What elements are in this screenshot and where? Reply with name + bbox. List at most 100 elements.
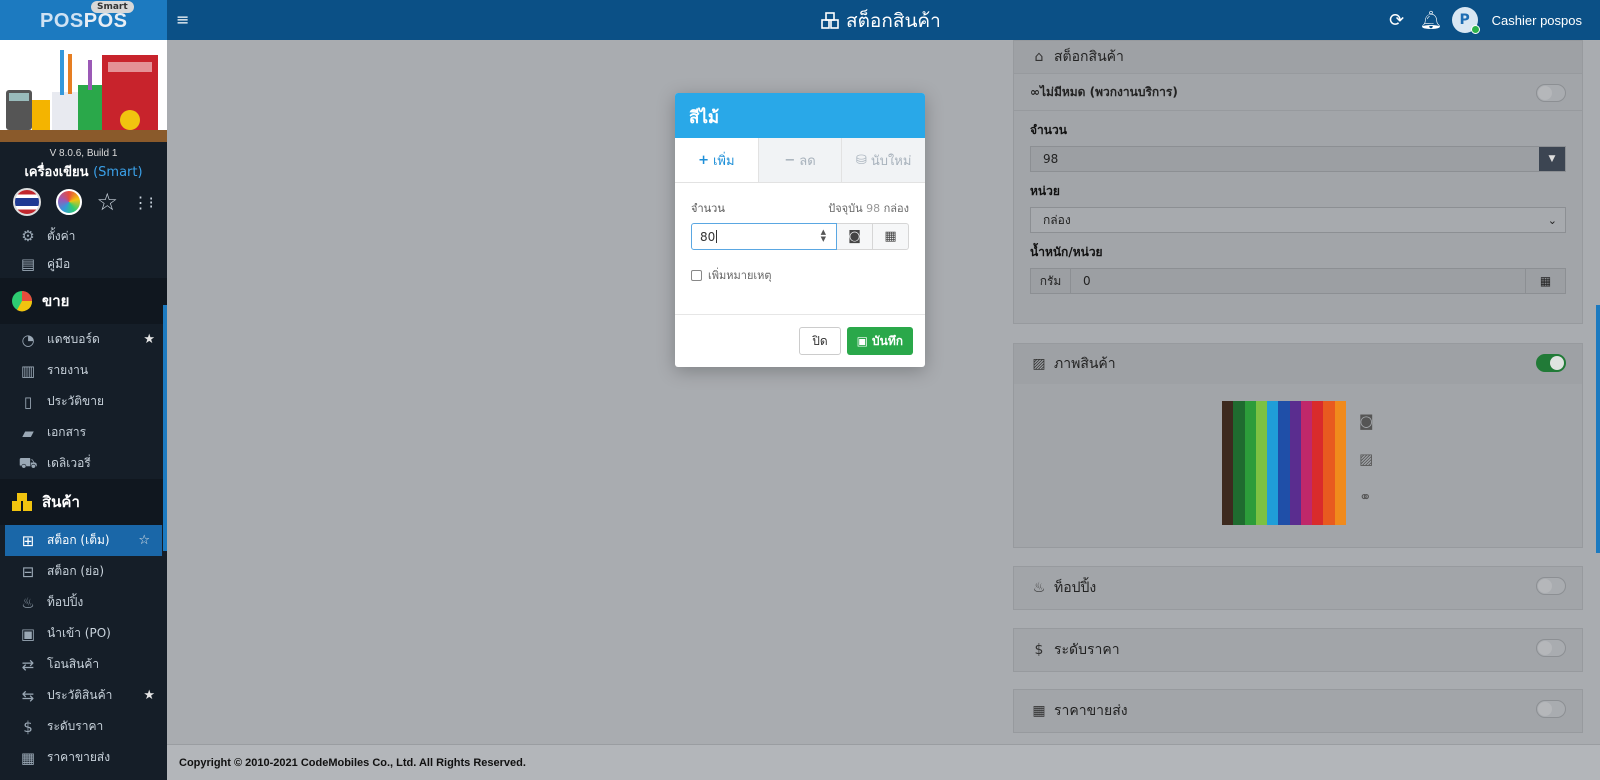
gear-icon: ⚙ xyxy=(21,227,35,245)
calculator-icon[interactable]: ▦ xyxy=(1525,269,1565,293)
modal-title: สีไม้ xyxy=(675,93,925,138)
history-icon: ⇆ xyxy=(21,686,35,705)
tab-recount[interactable]: ⛁ นับใหม่ xyxy=(841,138,925,182)
avatar[interactable]: P xyxy=(1451,7,1480,34)
receipt-icon: ▯ xyxy=(23,392,33,411)
modal-tabs: + เพิ่ม − ลด ⛁ นับใหม่ xyxy=(675,138,925,183)
sidebar-item-transfer[interactable]: ⇄ โอนสินค้า xyxy=(0,649,167,680)
tree-icon[interactable]: ⋮⁝ xyxy=(133,193,154,212)
price-level-icon: $ xyxy=(23,717,33,736)
sidebar-item-dashboard[interactable]: ◔ แดชบอร์ด ★ xyxy=(0,324,167,355)
sidebar-item-stock-short[interactable]: ⊟ สต็อก (ย่อ) xyxy=(0,556,167,587)
link-icon[interactable]: ⚭ xyxy=(1359,488,1372,506)
warehouse-icon: ⌂ xyxy=(1034,49,1044,65)
sidebar-item-report[interactable]: ▥ รายงาน xyxy=(0,355,167,386)
product-image[interactable] xyxy=(1222,401,1346,525)
weight-field[interactable]: กรัม 0 ▦ xyxy=(1030,268,1566,294)
stock-short-icon: ⊟ xyxy=(21,562,35,581)
favorite-star-icon[interactable]: ☆ xyxy=(96,188,118,216)
wholesale-toggle[interactable] xyxy=(1536,700,1566,718)
unlimited-row: ∞ไม่มีหมด (พวกงานบริการ) xyxy=(1014,73,1582,111)
image-toggle[interactable] xyxy=(1536,354,1566,372)
shop-banner-image xyxy=(0,40,167,142)
image-panel-header: ▨ ภาพสินค้า xyxy=(1014,344,1582,384)
calculator-icon[interactable]: ▦ xyxy=(873,223,909,250)
sidebar-item-documents[interactable]: ▰ เอกสาร xyxy=(0,417,167,448)
tab-reduce[interactable]: − ลด xyxy=(757,138,842,182)
gallery-icon[interactable]: ▨ xyxy=(1359,450,1373,468)
price-level-panel-header: $ ระดับราคา xyxy=(1014,629,1582,671)
floppy-disk-icon: ▣ xyxy=(856,334,868,348)
sidebar-item-price-level[interactable]: $ ระดับราคา xyxy=(0,711,167,742)
wholesale-panel-header: ▦ ราคาขายส่ง xyxy=(1014,690,1582,732)
sidebar-item-wholesale[interactable]: ▦ ราคาขายส่ง xyxy=(0,742,167,773)
sidebar-item-sale-history[interactable]: ▯ ประวัติขาย xyxy=(0,386,167,417)
ice-cream-icon: ♨ xyxy=(1032,580,1046,596)
sidebar: V 8.0.6, Build 1 เครื่องเขียน (Smart) ☆ … xyxy=(0,40,167,780)
delivery-icon: ⛟ xyxy=(18,453,38,472)
star-icon[interactable]: ★ xyxy=(143,332,155,347)
wholesale-panel: ▦ ราคาขายส่ง xyxy=(1013,689,1583,733)
menu-toggle-icon[interactable]: ≡ xyxy=(176,10,189,29)
weight-label: น้ำหนัก/หน่วย xyxy=(1030,245,1103,259)
wholesale-icon: ▦ xyxy=(1032,703,1046,719)
boxes-icon xyxy=(10,490,34,514)
online-status-dot xyxy=(1470,25,1480,34)
sidebar-item-delivery[interactable]: ⛟ เดลิเวอรี่ xyxy=(0,448,167,479)
topping-toggle[interactable] xyxy=(1536,577,1566,595)
add-note-checkbox[interactable]: เพิ่มหมายเหตุ xyxy=(691,266,909,284)
qty-label: จำนวน xyxy=(1030,123,1067,137)
checkbox[interactable] xyxy=(691,269,702,281)
camera-icon[interactable]: ◙ xyxy=(1359,412,1374,430)
unit-label: หน่วย xyxy=(1030,184,1060,198)
image-icon: ▨ xyxy=(1032,356,1046,372)
topping-panel: ♨ ท็อปปิ้ง xyxy=(1013,566,1583,610)
thai-flag-icon[interactable] xyxy=(13,188,42,216)
brand-logo[interactable]: POSPOS Smart xyxy=(0,0,167,40)
minus-icon: − xyxy=(784,152,796,168)
sidebar-item-settings[interactable]: ⚙ ตั้งค่า xyxy=(0,222,167,250)
logo-text: POSPOS xyxy=(40,10,128,32)
unit-select[interactable]: กล่อง ⌄ xyxy=(1030,207,1566,233)
stock-panel: ⌂ สต็อกสินค้า ∞ไม่มีหมด (พวกงานบริการ) จ… xyxy=(1013,40,1583,324)
topping-icon: ♨ xyxy=(21,593,35,612)
refresh-icon[interactable]: ⟳ xyxy=(1388,10,1406,31)
close-button[interactable]: ปิด xyxy=(799,327,841,355)
bell-icon[interactable]: 🔔︎ xyxy=(1420,10,1443,31)
weight-unit: กรัม xyxy=(1031,269,1071,293)
save-button[interactable]: ▣ บันทึก xyxy=(846,327,913,355)
star-outline-icon[interactable]: ☆ xyxy=(138,533,150,548)
qty-field[interactable]: 98 ▼ xyxy=(1030,146,1566,172)
topping-panel-header: ♨ ท็อปปิ้ง xyxy=(1014,567,1582,609)
qty-label: จำนวน xyxy=(691,202,725,215)
transfer-icon: ⇄ xyxy=(21,655,35,674)
app-version: V 8.0.6, Build 1 xyxy=(49,148,118,159)
image-panel: ▨ ภาพสินค้า ◙ ▨ ⚭ xyxy=(1013,343,1583,548)
book-icon: ▤ xyxy=(20,255,36,273)
star-icon[interactable]: ★ xyxy=(143,688,155,703)
unlimited-toggle[interactable] xyxy=(1536,84,1566,102)
price-level-toggle[interactable] xyxy=(1536,639,1566,657)
caret-down-icon[interactable]: ▼ xyxy=(1539,147,1565,171)
color-wheel-icon[interactable] xyxy=(55,189,82,215)
dashboard-icon: ◔ xyxy=(21,330,35,349)
stock-full-icon: ⊞ xyxy=(21,531,35,550)
stock-panel-header: ⌂ สต็อกสินค้า xyxy=(1014,41,1582,73)
qty-input[interactable]: 80 ▲ ▼ xyxy=(691,223,837,250)
price-level-icon: $ xyxy=(1034,642,1044,658)
sidebar-item-manual[interactable]: ▤ คู่มือ xyxy=(0,250,167,278)
camera-icon[interactable]: ◙ xyxy=(837,223,873,250)
tab-add[interactable]: + เพิ่ม xyxy=(675,138,758,182)
user-name[interactable]: Cashier pospos xyxy=(1492,13,1582,28)
smart-badge: Smart xyxy=(91,1,134,13)
page-scrollbar[interactable] xyxy=(1596,305,1600,553)
sidebar-section-sale[interactable]: ขาย xyxy=(0,278,167,324)
sidebar-item-topping[interactable]: ♨ ท็อปปิ้ง xyxy=(0,587,167,618)
sidebar-item-po[interactable]: ▣ นำเข้า (PO) xyxy=(0,618,167,649)
stock-boxes-icon xyxy=(821,12,839,29)
top-bar: POSPOS Smart ≡ สต็อกสินค้า ⟳ 🔔︎ P Cashie… xyxy=(0,0,1600,40)
sidebar-item-product-history[interactable]: ⇆ ประวัติสินค้า ★ xyxy=(0,680,167,711)
sidebar-item-stock-full[interactable]: ⊞ สต็อก (เต็ม) ☆ xyxy=(5,525,162,556)
sidebar-section-products[interactable]: สินค้า xyxy=(0,479,167,525)
number-spinner-icon[interactable]: ▲ ▼ xyxy=(821,229,826,243)
